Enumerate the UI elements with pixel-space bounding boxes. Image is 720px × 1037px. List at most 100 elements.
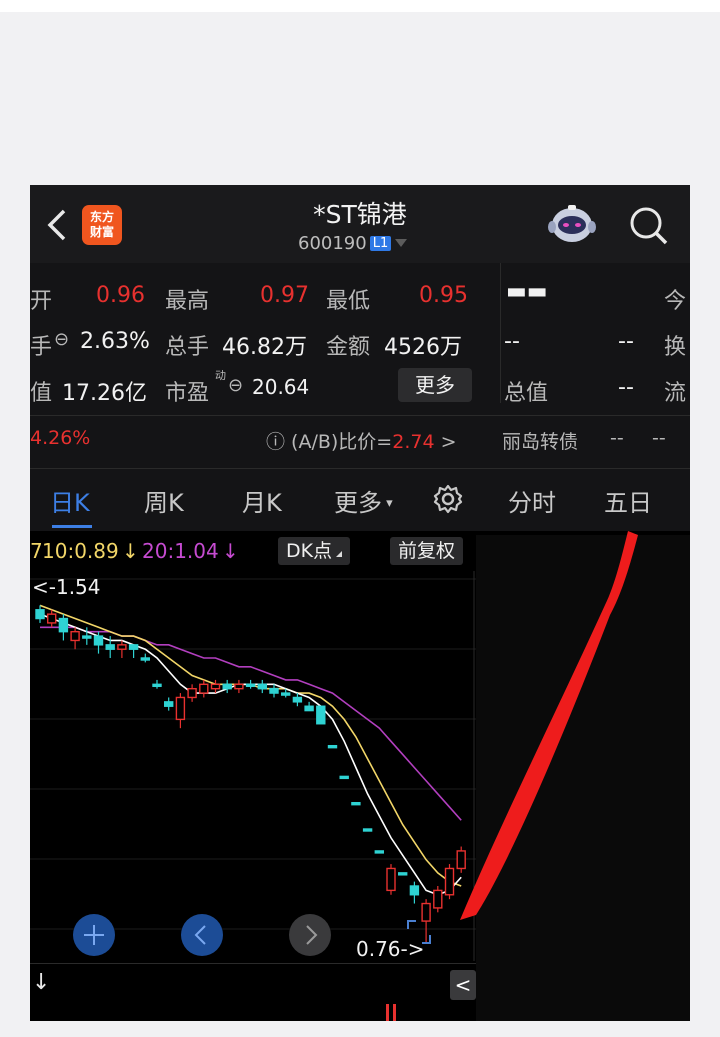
turnover-label: 手 (30, 335, 53, 360)
candle-body (257, 683, 268, 690)
candle-body (35, 609, 45, 620)
candle-body (304, 705, 314, 712)
candle (199, 679, 209, 698)
info-icon[interactable]: ⊖ (54, 329, 69, 350)
low-label: 最低 (326, 289, 371, 314)
tab-intraday[interactable]: 分时 (508, 483, 556, 518)
candle (316, 705, 326, 725)
active-tab-underline (52, 525, 92, 528)
high-label: 最高 (165, 289, 210, 314)
kline-chart[interactable] (30, 571, 476, 961)
bond-dash-1: -- (610, 427, 624, 449)
stock-code: 600190 (298, 233, 367, 254)
bond-label[interactable]: 丽岛转债 (502, 427, 578, 454)
candle (210, 679, 221, 694)
tab-week-k[interactable]: 周K (144, 483, 184, 518)
stock-code-row[interactable]: 600190 L1 (298, 233, 408, 254)
right-placeholder-2b: -- (618, 329, 634, 354)
bond-dash-2: -- (652, 427, 666, 449)
pe-value: 20.64 (252, 375, 310, 399)
mcap-label: 值 (30, 381, 53, 406)
ma-legend: 7 10:0.89 ↓ 20:1.04 ↓ DK点 前复权 (30, 535, 480, 569)
tab-month-k[interactable]: 月K (242, 483, 282, 518)
candle (152, 679, 162, 689)
gear-icon[interactable] (432, 483, 464, 515)
dk-point-button[interactable]: DK点 (278, 537, 351, 565)
float-label: 流 (664, 381, 687, 406)
candle-body (82, 635, 92, 639)
zoom-in-button[interactable] (72, 913, 116, 957)
chevron-down-icon[interactable] (395, 239, 408, 247)
mcap-value: 17.26亿 (62, 381, 147, 406)
candle (444, 864, 455, 900)
amount-label: 金额 (326, 335, 371, 360)
candle (257, 679, 268, 694)
candle (362, 828, 373, 832)
volume-bar (393, 1004, 396, 1021)
total-mcap-label: 总值 (504, 381, 549, 406)
tab-day-k[interactable]: 日K (50, 483, 90, 518)
dk-point-label: DK点 (286, 540, 333, 562)
candle-body (128, 644, 139, 650)
max-price-label: <-1.54 (32, 575, 101, 599)
ma10-label: 10:0.89 (42, 539, 119, 563)
candle-body (210, 683, 221, 690)
candle-body (105, 644, 115, 650)
candle (187, 684, 197, 702)
candle-body (316, 705, 326, 725)
ma5-line (39, 613, 462, 896)
volume-value: 46.82万 (222, 335, 307, 360)
candle (117, 640, 127, 658)
ma20-arrow: ↓ (222, 539, 239, 563)
candle-body (117, 644, 127, 650)
tab-five-day[interactable]: 五日 (604, 483, 652, 518)
candle-body (269, 687, 279, 694)
chevron-right-icon: > (440, 431, 457, 453)
candle-body (234, 683, 244, 690)
ma20-line (40, 626, 462, 821)
robot-assistant-icon[interactable] (546, 203, 598, 247)
change-pct: 4.26% (30, 427, 91, 449)
candle (269, 684, 279, 698)
adjust-price-button[interactable]: 前复权 (390, 537, 464, 565)
candle (374, 850, 384, 854)
candle-body (374, 850, 384, 854)
help-icon: ⓘ (266, 431, 292, 453)
candle (398, 872, 408, 876)
quote-divider (500, 263, 501, 403)
volume-label: 总手 (165, 335, 210, 360)
candle-body (339, 775, 349, 780)
ma20-label: 20:1.04 (142, 539, 219, 563)
candle-body (47, 613, 57, 624)
ab-ratio-row[interactable]: ⓘ (A/B)比价=2.74 > (266, 427, 457, 454)
down-arrow-icon: ↓ (32, 970, 51, 995)
pe-info-icon[interactable]: ⊖ (228, 375, 243, 396)
collapse-panel-button[interactable]: < (450, 970, 476, 1000)
volume-bar (386, 1004, 389, 1021)
search-icon[interactable] (628, 205, 670, 247)
right-placeholder-2a: -- (504, 329, 520, 354)
turnover-value: 2.63% (80, 329, 150, 354)
tab-more[interactable]: 更多 ▾ (334, 483, 393, 518)
candle-body (222, 683, 232, 690)
candle (339, 775, 349, 780)
candle-body (292, 696, 303, 703)
candle-body (58, 617, 69, 633)
scroll-left-button[interactable] (180, 913, 224, 957)
candle-body (187, 687, 197, 699)
right-placeholder-3: -- (618, 375, 634, 400)
candle (456, 846, 466, 873)
ab-label: (A/B)比价= (291, 431, 393, 453)
scroll-right-button[interactable] (288, 913, 332, 957)
pe-label: 市盈 (165, 381, 210, 406)
candle-body (93, 635, 104, 646)
candle-body (386, 867, 396, 892)
candle-body (327, 744, 338, 749)
fullscreen-icon[interactable] (404, 917, 434, 947)
candle (234, 679, 244, 694)
more-button[interactable]: 更多 (398, 368, 472, 402)
candle (163, 697, 174, 711)
stock-app: 东方 财富 *ST锦港 600190 L1 开 0.96 最高 0.97 最低 0… (30, 185, 690, 1021)
candle (433, 886, 443, 913)
amount-value: 4526万 (384, 335, 462, 360)
